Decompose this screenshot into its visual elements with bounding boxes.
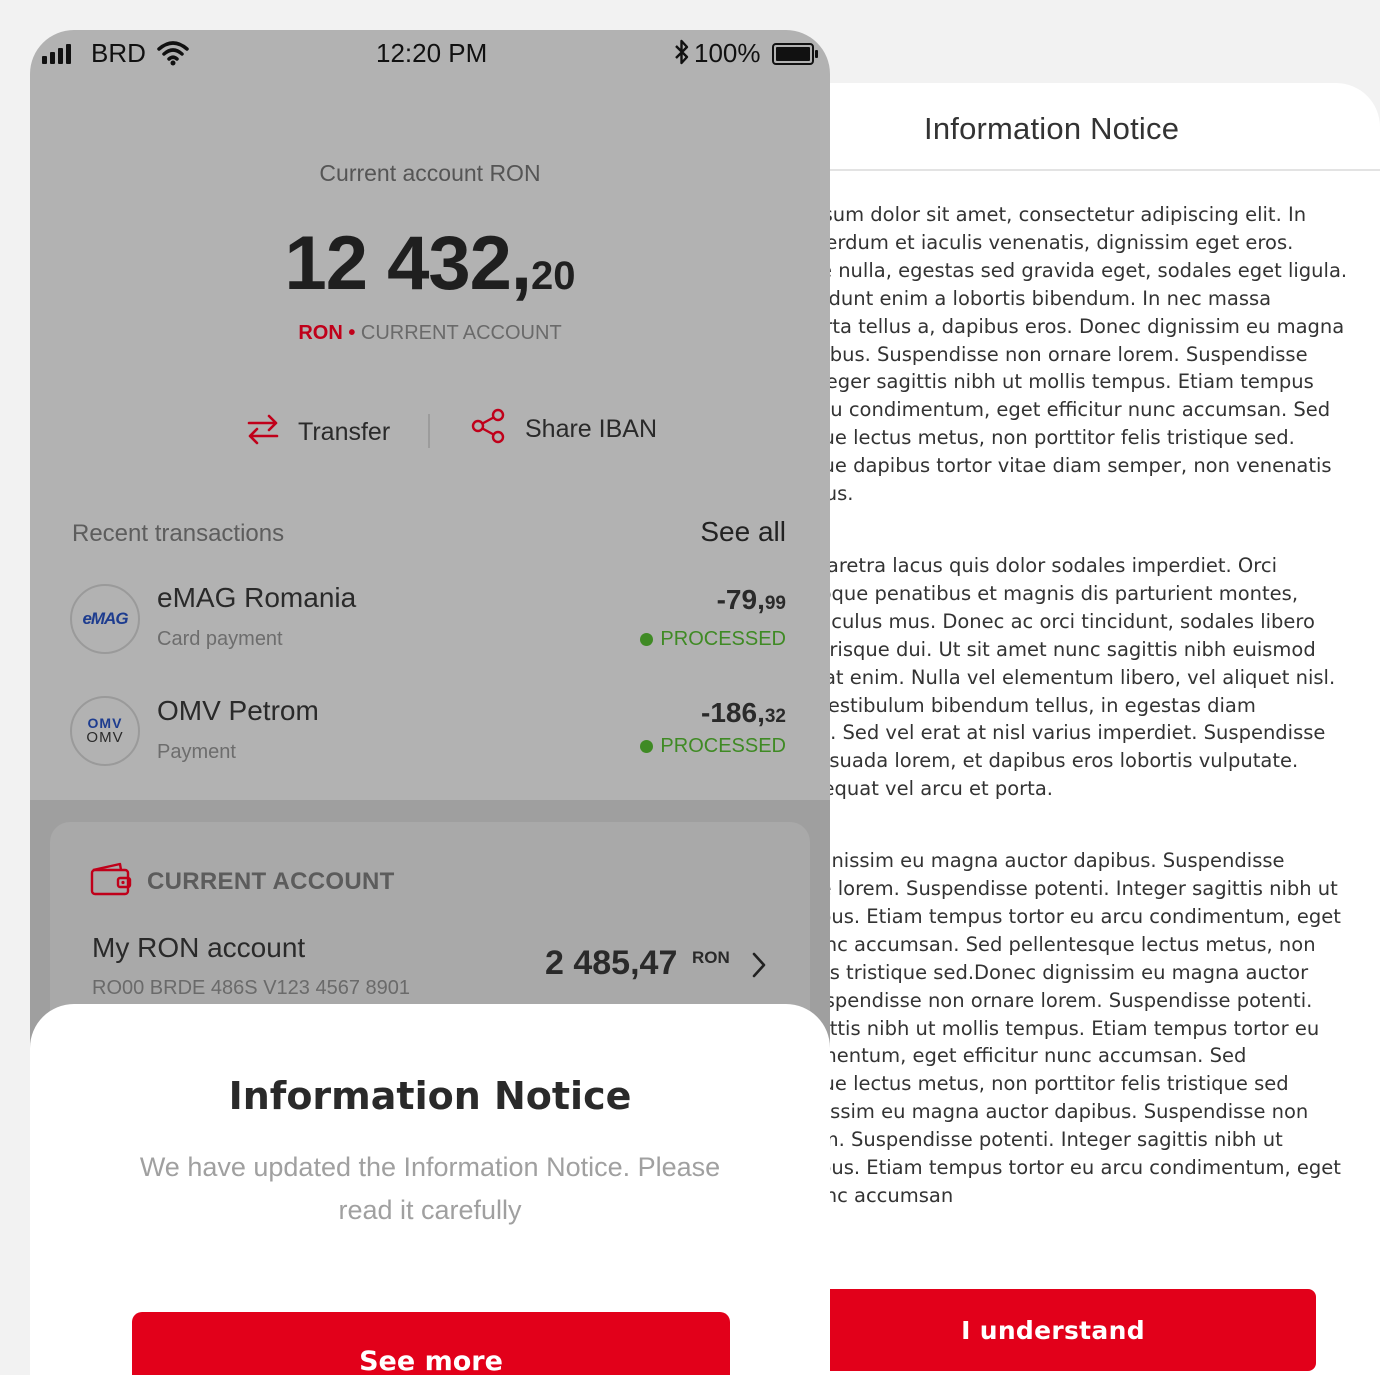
transaction-type: Card payment [157, 628, 283, 650]
notice-page-title: Information Notice [924, 111, 1180, 146]
bluetooth-icon [673, 38, 691, 73]
share-icon [471, 408, 507, 451]
transaction-name: eMAG Romania [157, 582, 357, 613]
transfer-label: Transfer [298, 418, 391, 446]
quick-actions: Transfer Share IBAN [30, 408, 830, 453]
transaction-type: Payment [157, 741, 236, 763]
chevron-right-icon[interactable] [750, 950, 768, 985]
status-badge: PROCESSED [640, 628, 786, 651]
omv-logo-icon: OMV OMV [70, 696, 140, 766]
omv-logo-bottom: OMV [86, 729, 124, 746]
card-account-name: My RON account [92, 932, 306, 963]
see-all-link[interactable]: See all [700, 516, 786, 548]
actions-divider [428, 414, 430, 448]
account-currency: RON [298, 322, 343, 344]
status-label: PROCESSED [660, 628, 786, 650]
signal-icon [42, 44, 71, 64]
transfer-button[interactable]: Transfer [246, 412, 390, 453]
battery-percent: 100% [694, 38, 761, 68]
share-iban-label: Share IBAN [525, 415, 658, 443]
notice-body[interactable]: rem ipsum dolor sit amet, consectetur ad… [760, 201, 1380, 1254]
phone-screen: BRD 12:20 PM 100% Current account RON 12… [30, 30, 830, 1375]
amount-decimal: 99 [764, 593, 786, 614]
battery-icon [772, 43, 818, 65]
notice-paragraph-2: uris pharetra lacus quis dolor sodales i… [760, 553, 1336, 801]
card-balance: 2 485,47 [545, 944, 678, 982]
omv-logo-top: OMV [87, 715, 123, 731]
carrier-name: BRD [91, 38, 146, 68]
account-balance: 12 432,20 [30, 220, 830, 307]
card-iban: RO00 BRDE 486S V123 4567 8901 [92, 977, 410, 999]
transaction-amount: -186,32 [701, 697, 786, 729]
status-label: PROCESSED [660, 735, 786, 757]
amount-decimal: 32 [764, 706, 786, 727]
status-dot-icon [640, 740, 654, 753]
emag-logo-icon: eMAG [70, 584, 140, 654]
notice-paragraph-1: rem ipsum dolor sit amet, consectetur ad… [760, 203, 1348, 505]
wifi-icon [157, 40, 189, 73]
status-bar: BRD 12:20 PM 100% [30, 30, 830, 76]
transaction-name: OMV Petrom [157, 695, 319, 726]
i-understand-button[interactable]: I understand [790, 1289, 1316, 1371]
account-type: CURRENT ACCOUNT [360, 322, 562, 344]
balance-decimal: 20 [531, 254, 576, 298]
see-more-button[interactable]: See more [132, 1312, 730, 1375]
transaction-row[interactable]: OMV OMV OMV Petrom Payment -186,32 PROCE… [30, 694, 830, 784]
account-label: Current account RON [319, 160, 541, 186]
clock: 12:20 PM [376, 38, 488, 68]
amount-integer: -79, [716, 584, 765, 615]
separator-dot: • [348, 322, 356, 344]
account-subtitle: RON • CURRENT ACCOUNT [30, 322, 830, 345]
card-account-type: CURRENT ACCOUNT [147, 868, 395, 895]
balance-integer: 12 432, [284, 221, 532, 306]
wallet-icon [90, 862, 132, 901]
transfer-icon [246, 412, 280, 453]
transaction-amount: -79,99 [717, 584, 786, 616]
sheet-title: Information Notice [228, 1074, 632, 1118]
card-currency: RON [692, 948, 730, 967]
information-notice-screen: Information Notice rem ipsum dolor sit a… [760, 83, 1380, 1375]
status-badge: PROCESSED [640, 735, 786, 758]
information-notice-sheet: Information Notice We have updated the I… [30, 1004, 830, 1375]
sheet-message: We have updated the Information Notice. … [139, 1152, 721, 1225]
transaction-row[interactable]: eMAG eMAG Romania Card payment -79,99 PR… [30, 580, 830, 670]
recent-transactions-title: Recent transactions [72, 520, 285, 547]
status-dot-icon [640, 633, 654, 646]
amount-integer: -186, [701, 697, 765, 728]
notice-header: Information Notice [760, 83, 1380, 171]
notice-paragraph-3: nec dignissim eu magna auctor dapibus. S… [760, 849, 1341, 1207]
emag-logo-text: eMAG [82, 609, 128, 628]
share-iban-button[interactable]: Share IBAN [471, 408, 657, 451]
